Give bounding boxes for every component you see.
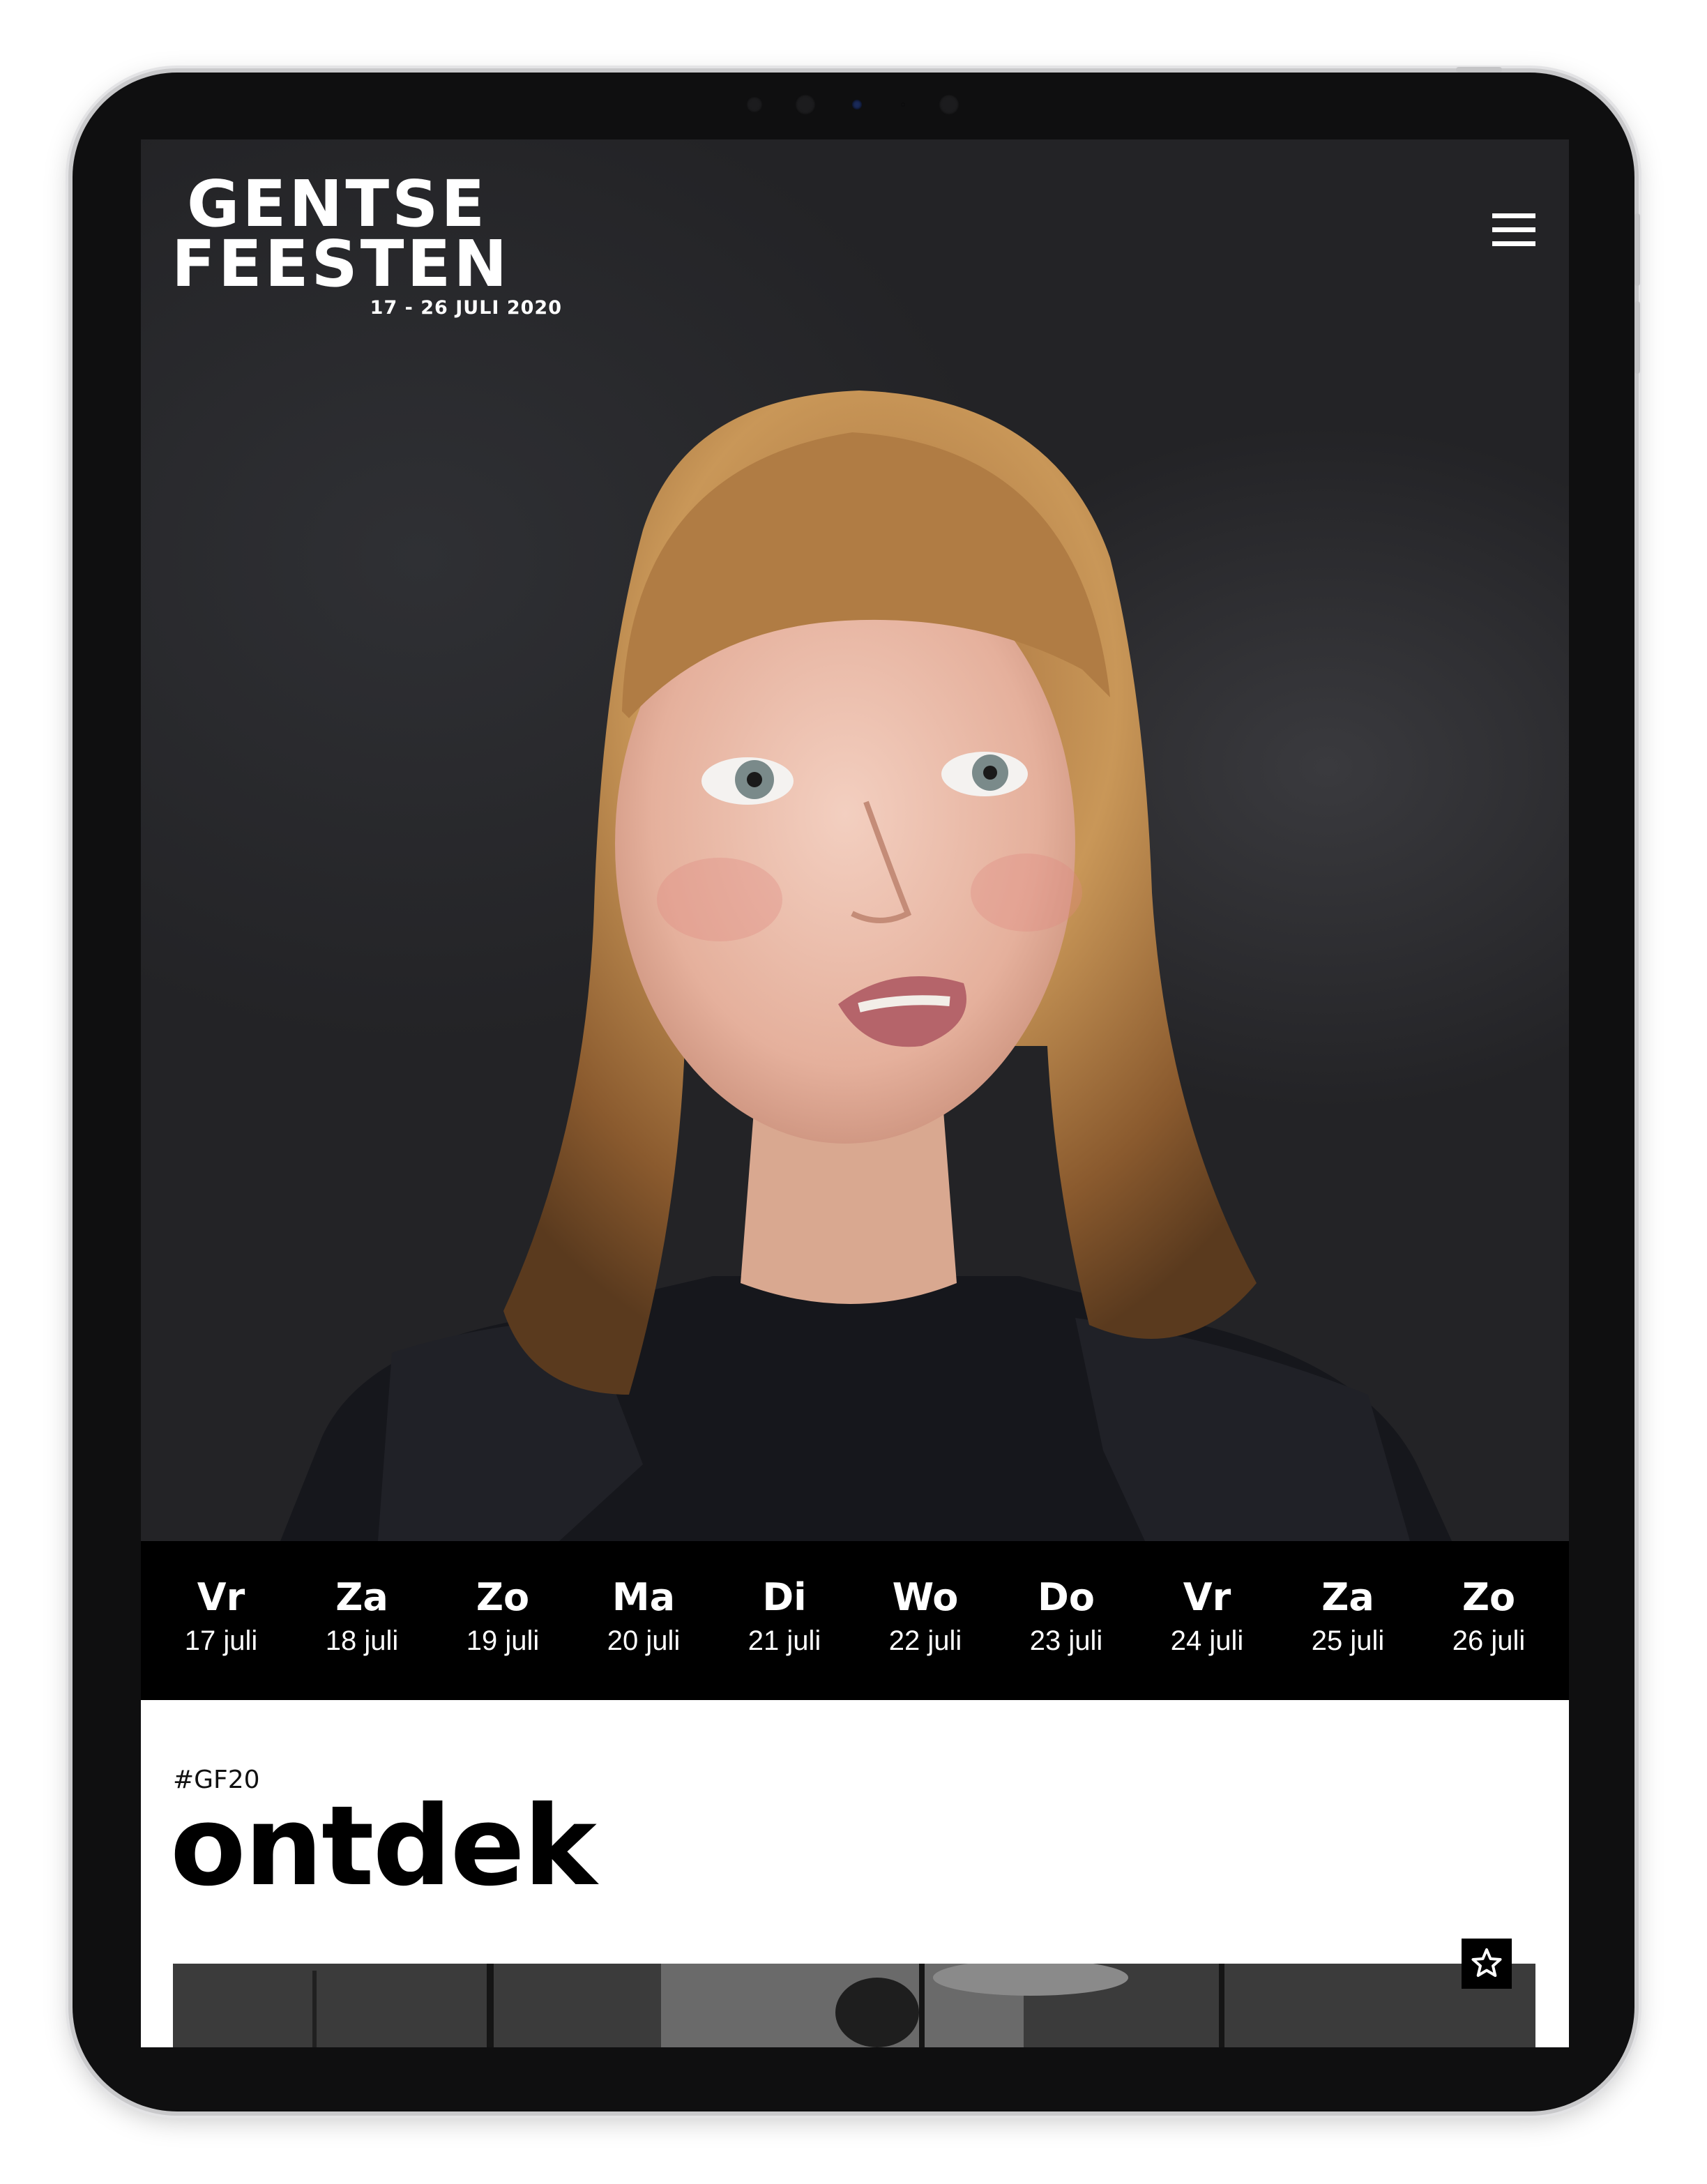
section-title: ontdek [170, 1782, 597, 1911]
day-name: Vr [1183, 1575, 1231, 1619]
day-date: 21 juli [748, 1625, 821, 1656]
camera-bar [739, 91, 976, 119]
day-date: 26 juli [1452, 1625, 1526, 1656]
day-date: 23 juli [1029, 1625, 1103, 1656]
camera-sensor [746, 96, 763, 113]
day-item-do-23[interactable]: Do 23 juli [996, 1541, 1137, 1700]
day-item-za-25[interactable]: Za 25 juli [1277, 1541, 1418, 1700]
day-name: Do [1038, 1575, 1095, 1619]
day-item-za-18[interactable]: Za 18 juli [291, 1541, 432, 1700]
day-item-zo-19[interactable]: Zo 19 juli [432, 1541, 573, 1700]
day-name: Di [762, 1575, 807, 1619]
day-item-wo-22[interactable]: Wo 22 juli [855, 1541, 996, 1700]
day-name: Ma [612, 1575, 676, 1619]
day-name: Za [335, 1575, 388, 1619]
day-date: 17 juli [184, 1625, 258, 1656]
star-outline-icon[interactable] [1462, 1939, 1512, 1989]
day-date: 19 juli [466, 1625, 540, 1656]
day-date: 25 juli [1311, 1625, 1385, 1656]
day-date: 20 juli [607, 1625, 681, 1656]
camera-sensor [939, 94, 959, 115]
day-name: Wo [892, 1575, 959, 1619]
day-name: Za [1321, 1575, 1374, 1619]
camera-lens [852, 100, 862, 109]
day-item-zo-26[interactable]: Zo 26 juli [1418, 1541, 1559, 1700]
logo-text-line2: FEESTEN [172, 227, 510, 301]
concert-photo [173, 1964, 1535, 2047]
device-top-button [1456, 67, 1502, 73]
hero-image: GENTSE FEESTEN 17 - 26 JULI 2020 [141, 139, 1569, 1541]
star-outline-icon [1471, 1948, 1502, 1977]
discover-section: #GF20 ontdek [141, 1700, 1569, 2047]
day-navigation: Vr 17 juli Za 18 juli Zo 19 juli Ma 20 j… [141, 1541, 1569, 1700]
day-item-di-21[interactable]: Di 21 juli [714, 1541, 855, 1700]
logo-text-line1: GENTSE [187, 167, 488, 241]
day-date: 22 juli [888, 1625, 962, 1656]
event-card-image[interactable] [173, 1964, 1535, 2047]
day-name: Vr [197, 1575, 245, 1619]
day-item-vr-24[interactable]: Vr 24 juli [1137, 1541, 1277, 1700]
site-logo[interactable]: GENTSE FEESTEN 17 - 26 JULI 2020 [172, 167, 562, 319]
day-item-ma-20[interactable]: Ma 20 juli [573, 1541, 714, 1700]
day-name: Zo [1462, 1575, 1516, 1619]
day-item-vr-17[interactable]: Vr 17 juli [151, 1541, 291, 1700]
day-date: 24 juli [1170, 1625, 1244, 1656]
hamburger-menu-icon[interactable] [1492, 213, 1535, 247]
device-volume-up-button [1634, 213, 1640, 286]
screen: GENTSE FEESTEN 17 - 26 JULI 2020 Vr 17 j… [141, 139, 1569, 2047]
hero-portrait-photo [280, 390, 1452, 1541]
day-name: Zo [476, 1575, 530, 1619]
camera-sensor [795, 94, 816, 115]
device-volume-down-button [1634, 301, 1640, 374]
camera-sensor [901, 103, 905, 107]
day-date: 18 juli [325, 1625, 399, 1656]
